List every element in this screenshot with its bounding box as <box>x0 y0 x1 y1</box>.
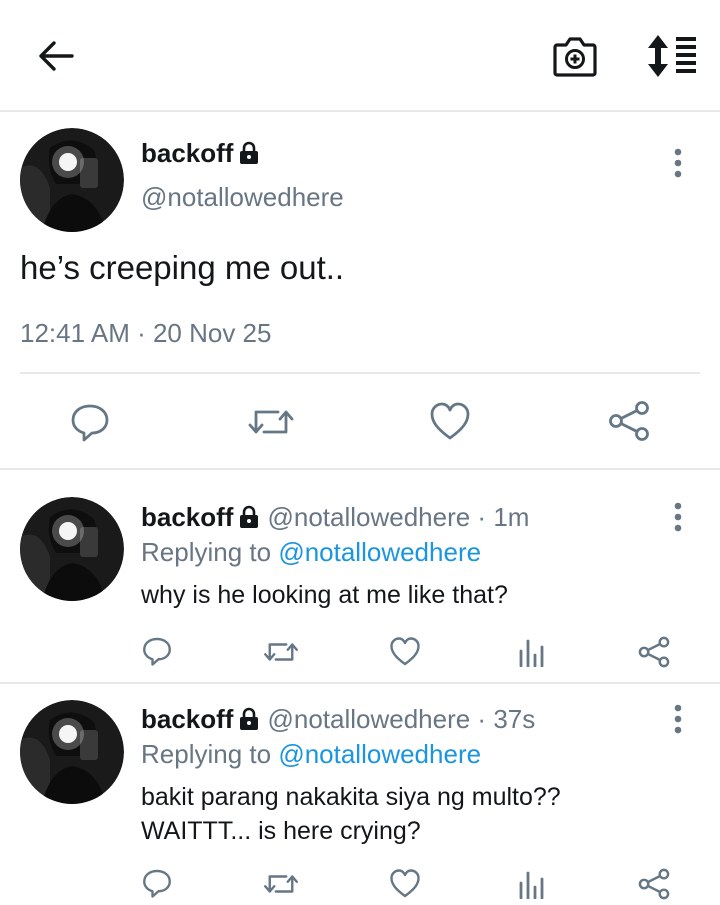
display-name[interactable]: backoff <box>141 138 261 169</box>
display-name[interactable]: backoff <box>141 704 233 734</box>
more-options-icon[interactable] <box>668 500 688 534</box>
top-app-bar <box>0 0 720 112</box>
tweet-text-line: why is he looking at me like that? <box>141 581 508 609</box>
divider <box>0 682 720 684</box>
retweet-icon[interactable] <box>248 402 294 442</box>
replying-to-label: Replying to <box>141 537 279 567</box>
like-icon[interactable] <box>390 637 420 667</box>
tweet-text: bakit parang nakakita siya ng multo?? WA… <box>141 780 561 848</box>
reply-header[interactable]: backoff @notallowedhere · 1m <box>141 502 529 533</box>
like-icon[interactable] <box>390 869 420 899</box>
handle[interactable]: @notallowedhere <box>141 182 344 213</box>
lock-icon <box>240 505 259 528</box>
avatar[interactable] <box>20 700 124 804</box>
more-options-icon[interactable] <box>668 702 688 736</box>
lock-icon <box>240 707 259 730</box>
more-options-icon[interactable] <box>668 146 688 180</box>
mention-link[interactable]: @notallowedhere <box>278 739 481 769</box>
tweet-timestamp[interactable]: 12:41 AM · 20 Nov 25 <box>20 318 271 349</box>
replying-to-label: Replying to <box>141 739 279 769</box>
reply-icon[interactable] <box>70 402 110 442</box>
reply-icon[interactable] <box>142 868 172 898</box>
lock-icon <box>240 141 259 164</box>
sort-list-icon[interactable] <box>646 34 698 78</box>
replying-to: Replying to @notallowedhere <box>141 537 481 568</box>
display-name-text: backoff <box>141 138 234 168</box>
analytics-icon[interactable] <box>518 637 546 667</box>
share-icon[interactable] <box>638 636 670 668</box>
tweet-text: why is he looking at me like that? <box>141 578 508 612</box>
reply-icon[interactable] <box>142 636 172 666</box>
handle-time: @notallowedhere · 37s <box>267 704 536 734</box>
reply-header[interactable]: backoff @notallowedhere · 37s <box>141 704 535 735</box>
avatar[interactable] <box>20 128 124 232</box>
tweet-text-line: bakit parang nakakita siya ng multo?? <box>141 783 561 811</box>
tweet-text-line: WAITTT... is here crying? <box>141 817 421 845</box>
display-name[interactable]: backoff <box>141 502 233 532</box>
mention-link[interactable]: @notallowedhere <box>278 537 481 567</box>
like-icon[interactable] <box>430 402 470 442</box>
retweet-icon[interactable] <box>263 869 299 899</box>
tweet-text: he’s creeping me out.. <box>20 249 345 286</box>
arrow-left-icon[interactable] <box>34 34 78 78</box>
retweet-icon[interactable] <box>263 637 299 667</box>
divider <box>20 372 700 374</box>
camera-plus-icon[interactable] <box>552 34 598 78</box>
handle-time: @notallowedhere · 1m <box>267 502 530 532</box>
avatar[interactable] <box>20 497 124 601</box>
share-icon[interactable] <box>608 400 650 442</box>
divider <box>0 468 720 470</box>
analytics-icon[interactable] <box>518 869 546 899</box>
replying-to: Replying to @notallowedhere <box>141 739 481 770</box>
share-icon[interactable] <box>638 868 670 900</box>
